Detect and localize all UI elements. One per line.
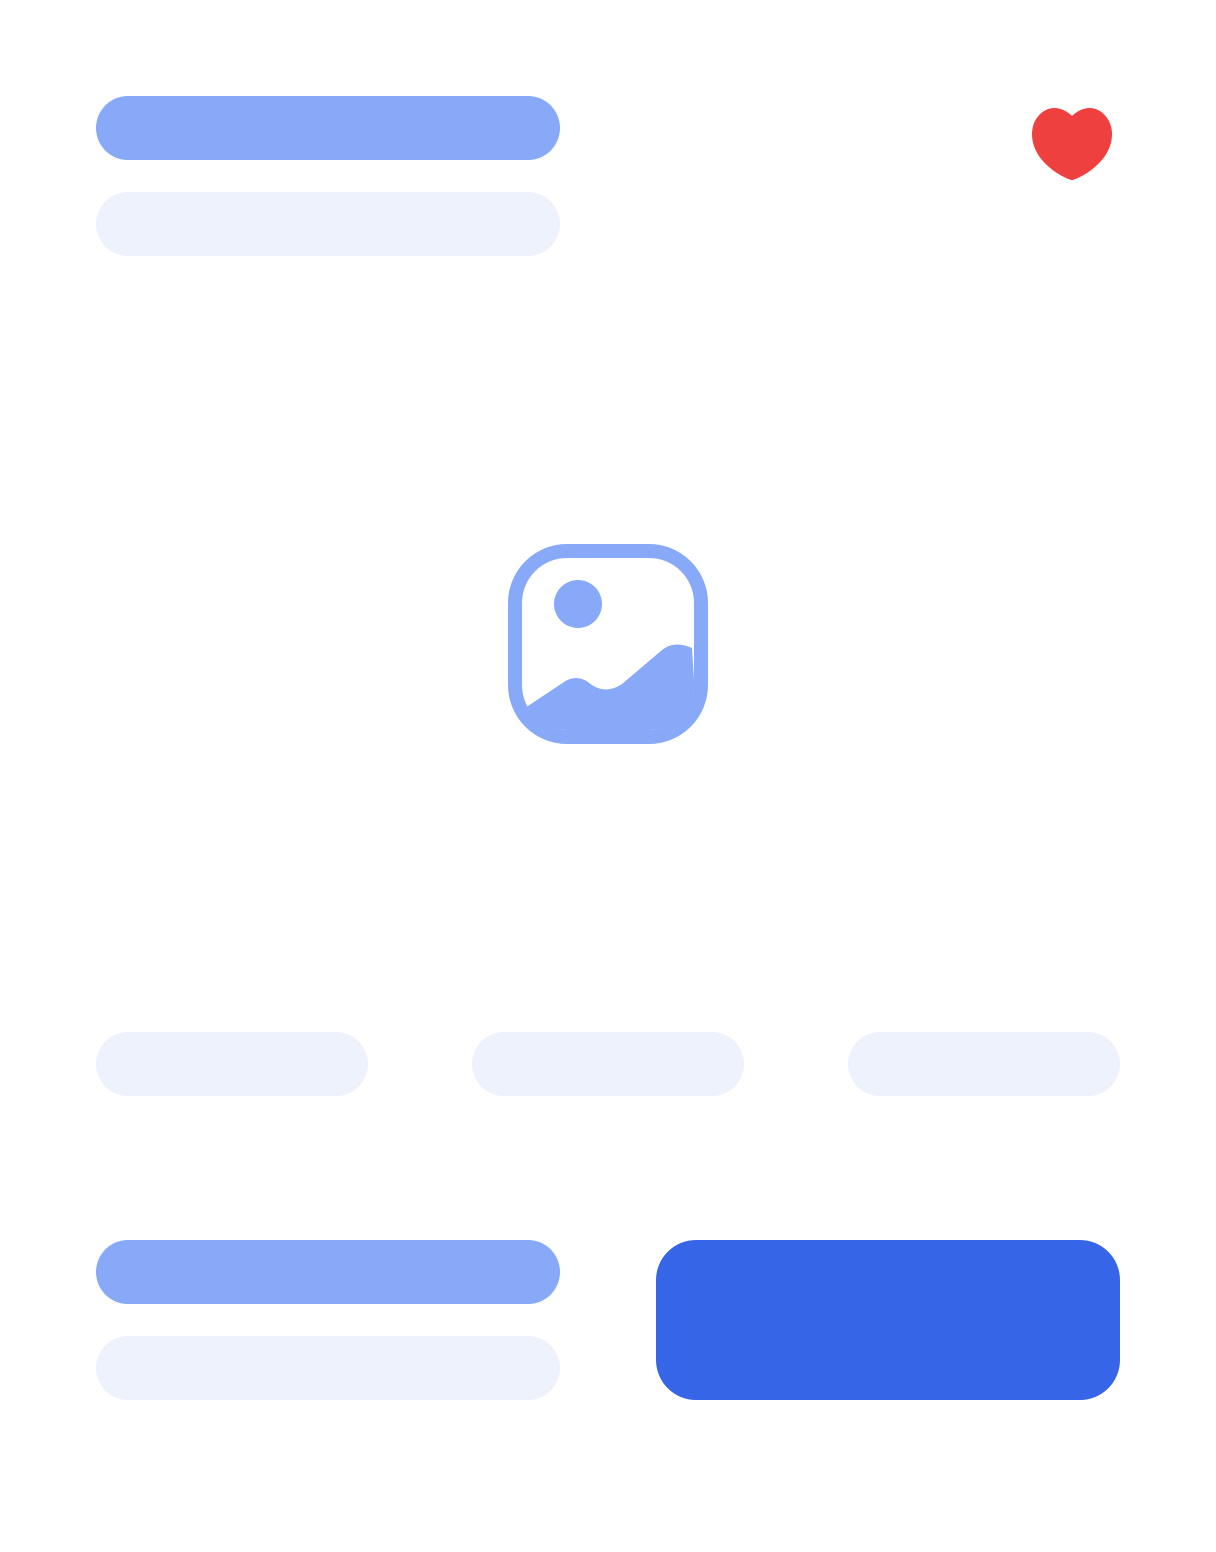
image-placeholder-icon	[508, 544, 708, 744]
primary-action-button[interactable]	[656, 1240, 1120, 1400]
image-sun	[554, 580, 602, 628]
chip-placeholder-2	[472, 1032, 744, 1096]
chip-placeholder-1	[96, 1032, 368, 1096]
heart-shape	[1032, 108, 1112, 180]
subtitle-placeholder	[96, 192, 560, 256]
image-icon-graphic	[508, 544, 708, 744]
title-placeholder	[96, 96, 560, 160]
meta-placeholder	[96, 1336, 560, 1400]
price-placeholder	[96, 1240, 560, 1304]
heart-icon-graphic	[1032, 108, 1112, 180]
chip-placeholder-3	[848, 1032, 1120, 1096]
heart-icon[interactable]	[1028, 104, 1116, 184]
product-card-skeleton	[0, 0, 1216, 1552]
